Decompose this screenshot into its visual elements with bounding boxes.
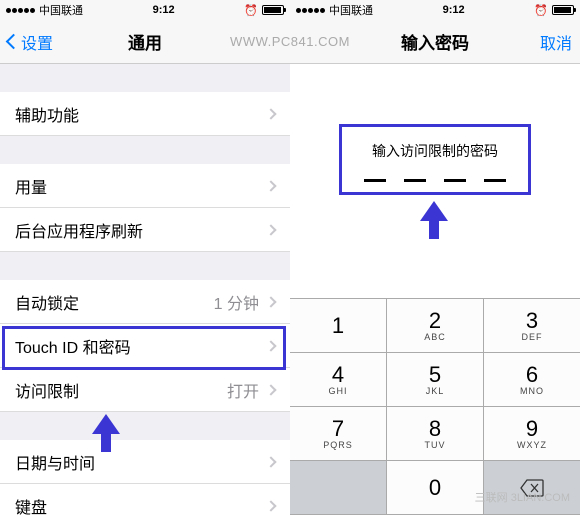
page-title: 通用 — [128, 29, 162, 54]
row-value: 打开 — [227, 378, 259, 402]
chevron-right-icon — [265, 340, 276, 351]
row-auto-lock[interactable]: 自动锁定1 分钟 — [0, 280, 290, 324]
watermark-corner: 三联网 3LIAN.COM — [475, 489, 570, 505]
key-2[interactable]: 2ABC — [387, 299, 484, 353]
row-value: 1 分钟 — [214, 290, 259, 314]
chevron-right-icon — [265, 384, 276, 395]
right-screen: 中国联通 9:12 ⏰ 输入密码 取消 输入访问限制的密码 — [290, 0, 580, 515]
row-background-refresh[interactable]: 后台应用程序刷新 — [0, 208, 290, 252]
row-label: Touch ID 和密码 — [15, 334, 267, 358]
signal-dots-icon — [6, 8, 35, 13]
key-blank — [290, 461, 387, 515]
back-button[interactable]: 设置 — [8, 30, 53, 54]
battery-icon — [552, 5, 574, 15]
row-label: 日期与时间 — [15, 450, 267, 474]
chevron-right-icon — [265, 500, 276, 511]
key-3[interactable]: 3DEF — [484, 299, 580, 353]
annotation-arrow-icon — [92, 414, 120, 434]
row-touch-id[interactable]: Touch ID 和密码 — [0, 324, 290, 368]
status-bar: 中国联通 9:12 ⏰ — [0, 0, 290, 20]
chevron-left-icon — [6, 34, 22, 50]
status-bar: 中国联通 9:12 ⏰ — [290, 0, 580, 20]
passcode-area: 输入访问限制的密码 — [290, 64, 580, 298]
passcode-prompt: 输入访问限制的密码 — [364, 141, 506, 161]
key-8[interactable]: 8TUV — [387, 407, 484, 461]
watermark-text: WWW.PC841.COM — [230, 34, 350, 49]
page-title: 输入密码 — [401, 29, 469, 54]
key-1[interactable]: 1 — [290, 299, 387, 353]
alarm-icon: ⏰ — [244, 4, 258, 17]
chevron-right-icon — [265, 108, 276, 119]
battery-icon — [262, 5, 284, 15]
row-restrictions[interactable]: 访问限制 打开 — [0, 368, 290, 412]
numeric-keypad: 1 2ABC 3DEF 4GHI 5JKL 6MNO 7PQRS 8TUV 9W… — [290, 298, 580, 515]
key-9[interactable]: 9WXYZ — [484, 407, 580, 461]
status-time: 9:12 — [153, 4, 175, 16]
row-usage[interactable]: 用量 — [0, 164, 290, 208]
alarm-icon: ⏰ — [534, 4, 548, 17]
key-7[interactable]: 7PQRS — [290, 407, 387, 461]
row-label: 访问限制 — [15, 378, 227, 402]
chevron-right-icon — [265, 224, 276, 235]
annotation-arrow-icon — [420, 201, 448, 221]
chevron-right-icon — [265, 180, 276, 191]
key-6[interactable]: 6MNO — [484, 353, 580, 407]
key-delete[interactable] — [484, 461, 580, 515]
row-keyboard[interactable]: 键盘 — [0, 484, 290, 515]
key-4[interactable]: 4GHI — [290, 353, 387, 407]
row-label: 键盘 — [15, 494, 267, 515]
row-label: 后台应用程序刷新 — [15, 218, 267, 242]
key-5[interactable]: 5JKL — [387, 353, 484, 407]
row-label: 辅助功能 — [15, 102, 267, 126]
key-0[interactable]: 0 — [387, 461, 484, 515]
annotation-highlight: 输入访问限制的密码 — [339, 124, 531, 195]
carrier-label: 中国联通 — [39, 2, 83, 18]
cancel-button[interactable]: 取消 — [540, 30, 572, 54]
chevron-right-icon — [265, 456, 276, 467]
row-accessibility[interactable]: 辅助功能 — [0, 92, 290, 136]
row-label: 自动锁定 — [15, 290, 214, 314]
row-label: 用量 — [15, 174, 267, 198]
passcode-dashes — [364, 179, 506, 182]
row-date-time[interactable]: 日期与时间 — [0, 440, 290, 484]
settings-list: 辅助功能 用量 后台应用程序刷新 自动锁定1 分钟 Touch ID 和密码 访… — [0, 64, 290, 515]
status-time: 9:12 — [443, 4, 465, 16]
carrier-label: 中国联通 — [329, 2, 373, 18]
signal-dots-icon — [296, 8, 325, 13]
back-label: 设置 — [21, 30, 53, 54]
chevron-right-icon — [265, 296, 276, 307]
left-screen: 中国联通 9:12 ⏰ 设置 通用 辅助功能 用量 后台应用程序刷新 自动锁定1… — [0, 0, 290, 515]
